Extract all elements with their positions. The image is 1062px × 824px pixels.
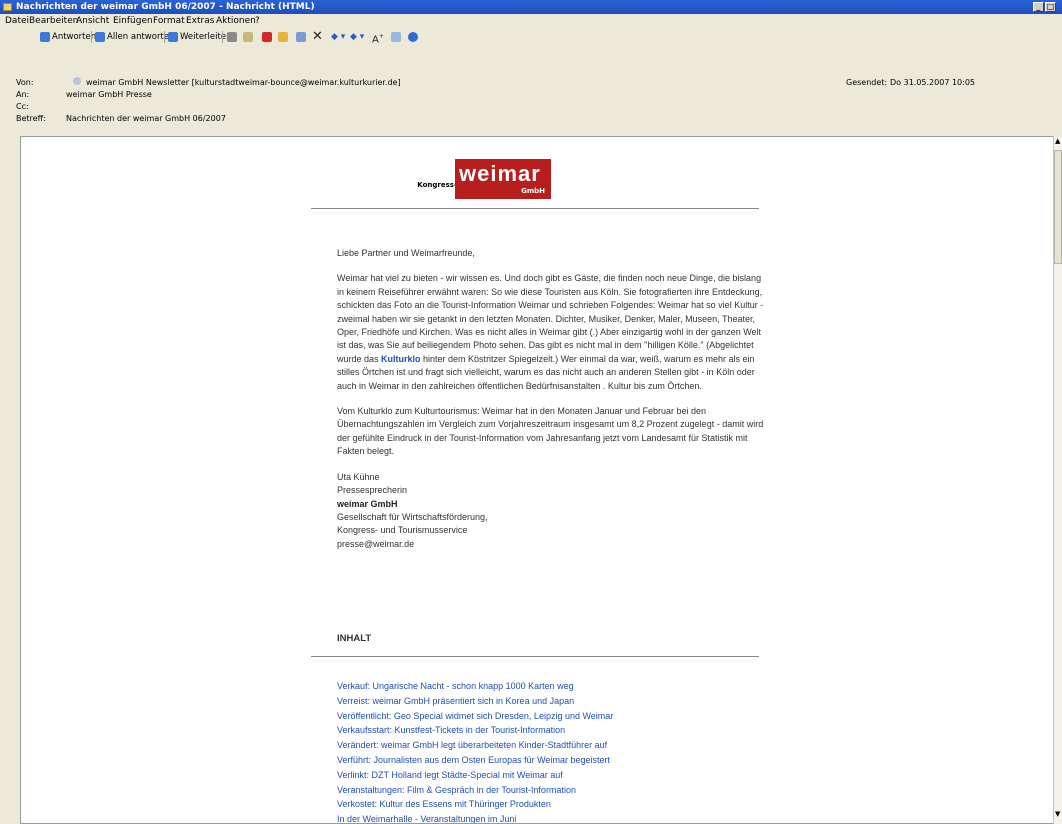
toc-link[interactable]: Verkostet: Kultur des Essens mit Thüring… — [337, 797, 613, 812]
toolbar-separator — [164, 31, 165, 43]
delete-icon[interactable]: ✕ — [312, 28, 323, 46]
logo-mark: weimar GmbH — [455, 159, 551, 199]
font-size-icon[interactable]: A+ — [372, 28, 384, 49]
menu-bearbeiten[interactable]: Bearbeiten — [29, 15, 78, 28]
toc-link[interactable]: Veranstaltungen: Film & Gespräch in der … — [337, 783, 613, 798]
reply-button[interactable]: Antworten — [40, 30, 96, 44]
options-icon[interactable] — [296, 32, 306, 42]
toc-link[interactable]: In der Weimarhalle - Veranstaltungen im … — [337, 812, 613, 823]
paragraph-2: Vom Kulturklo zum Kulturtourismus: Weima… — [337, 406, 764, 457]
reply-all-button[interactable]: Allen antworten — [95, 30, 174, 44]
email-text: Liebe Partner und Weimarfreunde, Weimar … — [337, 247, 767, 551]
toolbar-separator — [91, 31, 92, 43]
toc-link[interactable]: Verkaufsstart: Kunstfest-Tickets in der … — [337, 723, 613, 738]
menu-bar: Datei Bearbeiten Ansicht Einfügen Format… — [0, 15, 1062, 28]
menu-aktionen[interactable]: Aktionen — [216, 15, 256, 28]
menu-help[interactable]: ? — [255, 15, 260, 28]
window-title: Nachrichten der weimar GmbH 06/2007 - Na… — [16, 2, 315, 12]
help-icon[interactable] — [408, 32, 418, 42]
title-bar[interactable]: Nachrichten der weimar GmbH 06/2007 - Na… — [0, 0, 1062, 14]
vertical-scrollbar[interactable]: ▲ ▼ — [1053, 136, 1062, 824]
flag-icon[interactable] — [262, 32, 272, 42]
scroll-thumb[interactable] — [1054, 150, 1062, 264]
menu-format[interactable]: Format — [153, 15, 185, 28]
divider — [311, 656, 759, 657]
toc-link[interactable]: Verändert: weimar GmbH legt überarbeitet… — [337, 738, 613, 753]
menu-ansicht[interactable]: Ansicht — [76, 15, 109, 28]
message-body[interactable]: Gesellschaft für Wirtschaftsförderung, K… — [20, 136, 1056, 824]
toc-link[interactable]: Veröffentlicht: Geo Special widmet sich … — [337, 709, 613, 724]
next-icon[interactable]: ◆ ▾ — [350, 28, 364, 46]
sent-value: Do 31.05.2007 10:05 — [890, 78, 975, 87]
greeting: Liebe Partner und Weimarfreunde, — [337, 248, 475, 258]
paragraph-1: Weimar hat viel zu bieten - wir wissen e… — [337, 273, 764, 391]
forward-label: Weiterleiten — [180, 32, 232, 42]
to-label: An: — [16, 90, 30, 99]
message-window: Nachrichten der weimar GmbH 06/2007 - Na… — [0, 0, 1062, 824]
sent-label: Gesendet: — [846, 78, 888, 87]
scroll-up-icon[interactable]: ▲ — [1055, 137, 1060, 145]
signature-email[interactable]: presse@weimar.de — [337, 538, 767, 551]
toc-link[interactable]: Verlinkt: DZT Holland legt Städte-Specia… — [337, 768, 613, 783]
previous-icon[interactable]: ◆ ▾ — [331, 28, 345, 46]
subject-label: Betreff: — [16, 114, 46, 123]
move-icon[interactable] — [243, 32, 253, 42]
toc-list: Verkauf: Ungarische Nacht - schon knapp … — [337, 679, 613, 823]
to-value[interactable]: weimar GmbH Presse — [66, 90, 152, 99]
cc-label: Cc: — [16, 102, 29, 111]
toolbar-separator — [222, 31, 223, 43]
from-value[interactable]: weimar GmbH Newsletter [kulturstadtweima… — [86, 78, 401, 87]
divider — [311, 208, 759, 209]
toolbar: Antworten Allen antworten Weiterleiten ✕… — [0, 28, 1062, 46]
reply-all-icon — [95, 32, 105, 42]
menu-extras[interactable]: Extras — [186, 15, 214, 28]
minimize-button[interactable]: _ — [1033, 2, 1044, 12]
menu-einfuegen[interactable]: Einfügen — [113, 15, 153, 28]
toc-heading: INHALT — [337, 633, 372, 644]
from-label: Von: — [16, 78, 34, 87]
signature: Uta Kühne Pressesprecherin weimar GmbH G… — [337, 471, 767, 551]
toc-link[interactable]: Verkauf: Ungarische Nacht - schon knapp … — [337, 679, 613, 694]
toc-link[interactable]: Verreist: weimar GmbH präsentiert sich i… — [337, 694, 613, 709]
sender-icon — [73, 77, 81, 85]
forward-icon — [168, 32, 178, 42]
address-book-icon[interactable] — [391, 32, 401, 42]
envelope-icon — [3, 3, 12, 11]
subject-value: Nachrichten der weimar GmbH 06/2007 — [66, 114, 226, 123]
message-header: Von: weimar GmbH Newsletter [kulturstadt… — [0, 64, 1062, 134]
print-icon[interactable] — [227, 32, 237, 42]
maximize-button[interactable]: □ — [1045, 2, 1056, 12]
kulturklo-link[interactable]: Kulturklo — [381, 354, 421, 364]
category-icon[interactable] — [278, 32, 288, 42]
reply-label: Antworten — [52, 32, 97, 42]
reply-icon — [40, 32, 50, 42]
menu-datei[interactable]: Datei — [5, 15, 29, 28]
scroll-down-icon[interactable]: ▼ — [1055, 810, 1060, 818]
weimar-logo: Gesellschaft für Wirtschaftsförderung, K… — [315, 157, 755, 211]
toc-link[interactable]: Verführt: Journalisten aus dem Osten Eur… — [337, 753, 613, 768]
